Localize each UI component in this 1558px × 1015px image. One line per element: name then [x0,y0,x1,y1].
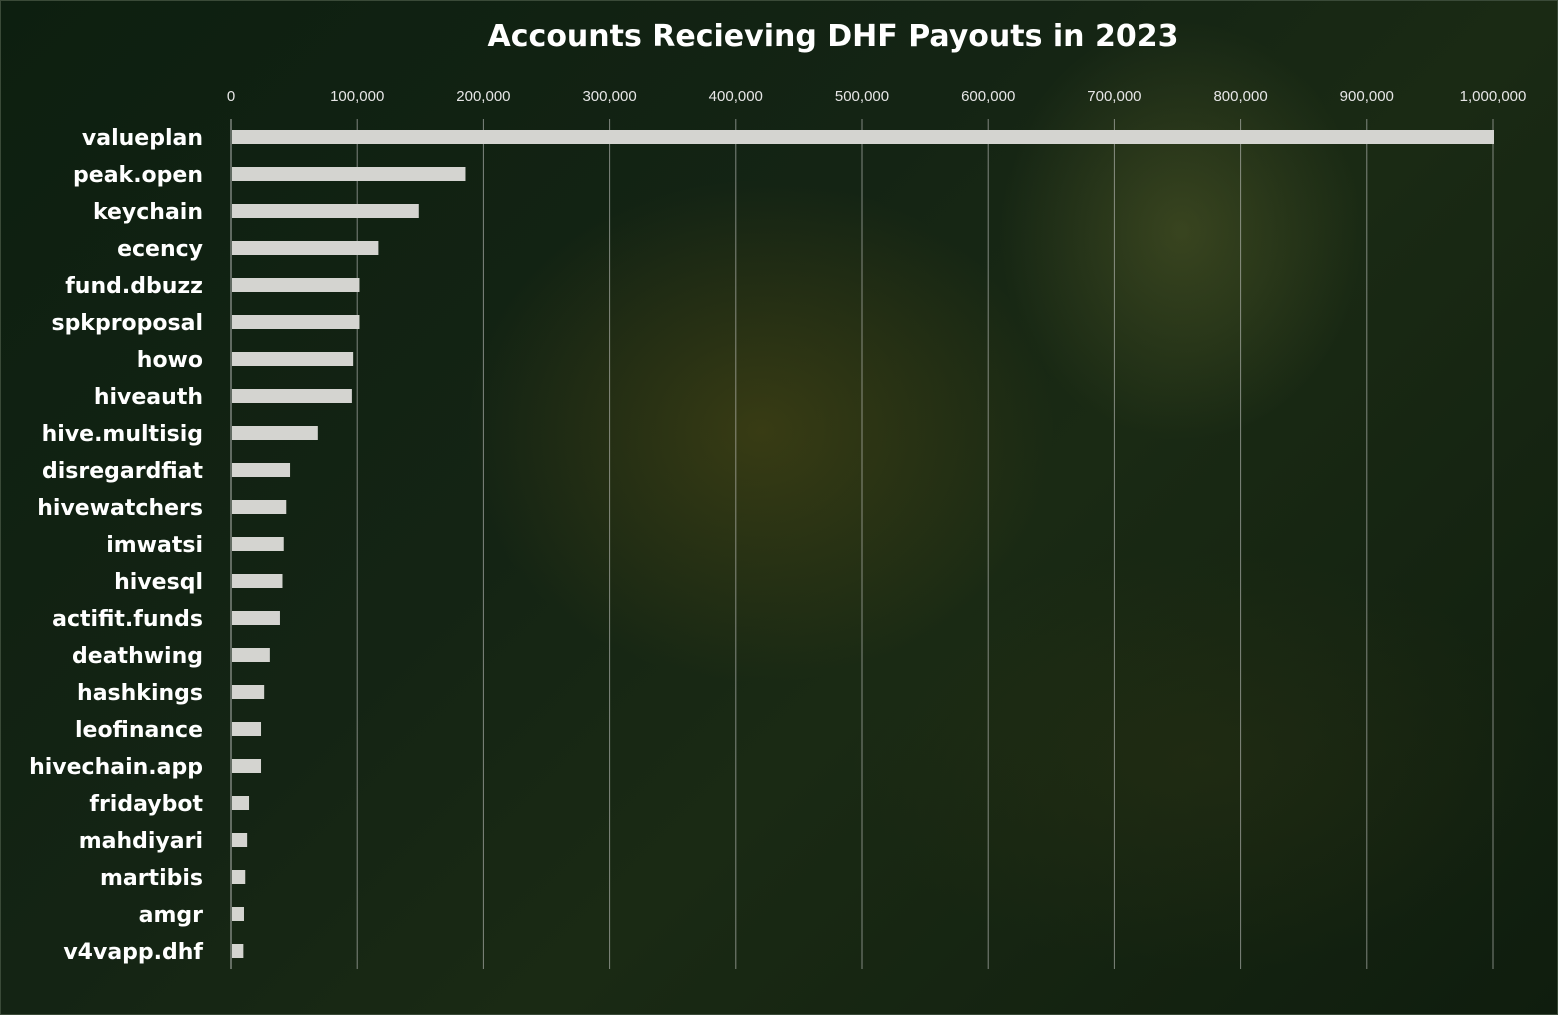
category-labels: valueplan peak.open keychain ecency fund.dbu… [29,126,203,965]
x-tick-label: 700,000 [1087,88,1141,105]
bar [232,130,1494,144]
x-tick-label: 200,000 [456,88,510,105]
bar [232,278,360,292]
bar [232,537,284,551]
x-tick-label: 400,000 [709,88,763,105]
category-label: hiveauth [94,385,203,410]
category-label: howo [137,348,203,373]
bar [232,204,419,218]
bar [232,722,262,736]
category-label: ecency [117,237,203,262]
bar [232,389,352,403]
category-label: spkproposal [51,311,203,336]
x-tick-label: 300,000 [582,88,636,105]
x-tick-label: 500,000 [835,88,889,105]
category-label: disregardfiat [42,459,203,484]
category-label: actifit.funds [52,607,203,632]
bar [232,500,287,514]
category-label: deathwing [72,644,203,669]
x-tick-labels: 0 100,000 200,000 300,000 400,000 500,000 600,… [227,88,1527,105]
bar [232,870,246,884]
category-label: hivesql [114,570,203,595]
category-label: hivewatchers [37,496,203,521]
x-tick-label: 600,000 [961,88,1015,105]
bar [232,315,360,329]
bar [232,796,250,810]
bar [232,611,280,625]
x-tick-label: 800,000 [1213,88,1267,105]
category-label: valueplan [82,126,203,151]
category-label: hashkings [77,681,203,706]
x-tick-label: 900,000 [1340,88,1394,105]
bar [232,685,265,699]
bar [232,463,291,477]
chart-title: Accounts Recieving DHF Payouts in 2023 [488,19,1179,54]
grid-layer [230,119,1494,969]
bar [232,352,354,366]
bar [232,648,270,662]
category-label: fund.dbuzz [65,274,203,299]
category-label: leofinance [75,718,203,743]
x-tick-label: 100,000 [330,88,384,105]
category-label: martibis [100,866,203,891]
category-label: imwatsi [106,533,203,558]
chart-root: Accounts Recieving DHF Payouts in 2023 0… [0,0,1558,1015]
category-label: mahdiyari [79,829,203,854]
x-tick-label: 1,000,000 [1460,88,1527,105]
bar-chart: Accounts Recieving DHF Payouts in 2023 0… [29,19,1527,969]
bar [232,574,283,588]
category-label: keychain [93,200,203,225]
bar [232,833,248,847]
category-label: peak.open [73,163,203,188]
category-label: amgr [139,903,204,928]
category-label: fridaybot [89,792,203,817]
category-label: v4vapp.dhf [63,940,203,965]
bar [232,759,262,773]
bar [232,167,466,181]
bar [232,907,244,921]
category-label: hivechain.app [29,755,203,780]
bar [232,426,318,440]
bar [232,944,244,958]
x-tick-label: 0 [227,88,235,105]
bars [232,130,1494,958]
bar [232,241,379,255]
category-label: hive.multisig [42,422,203,447]
